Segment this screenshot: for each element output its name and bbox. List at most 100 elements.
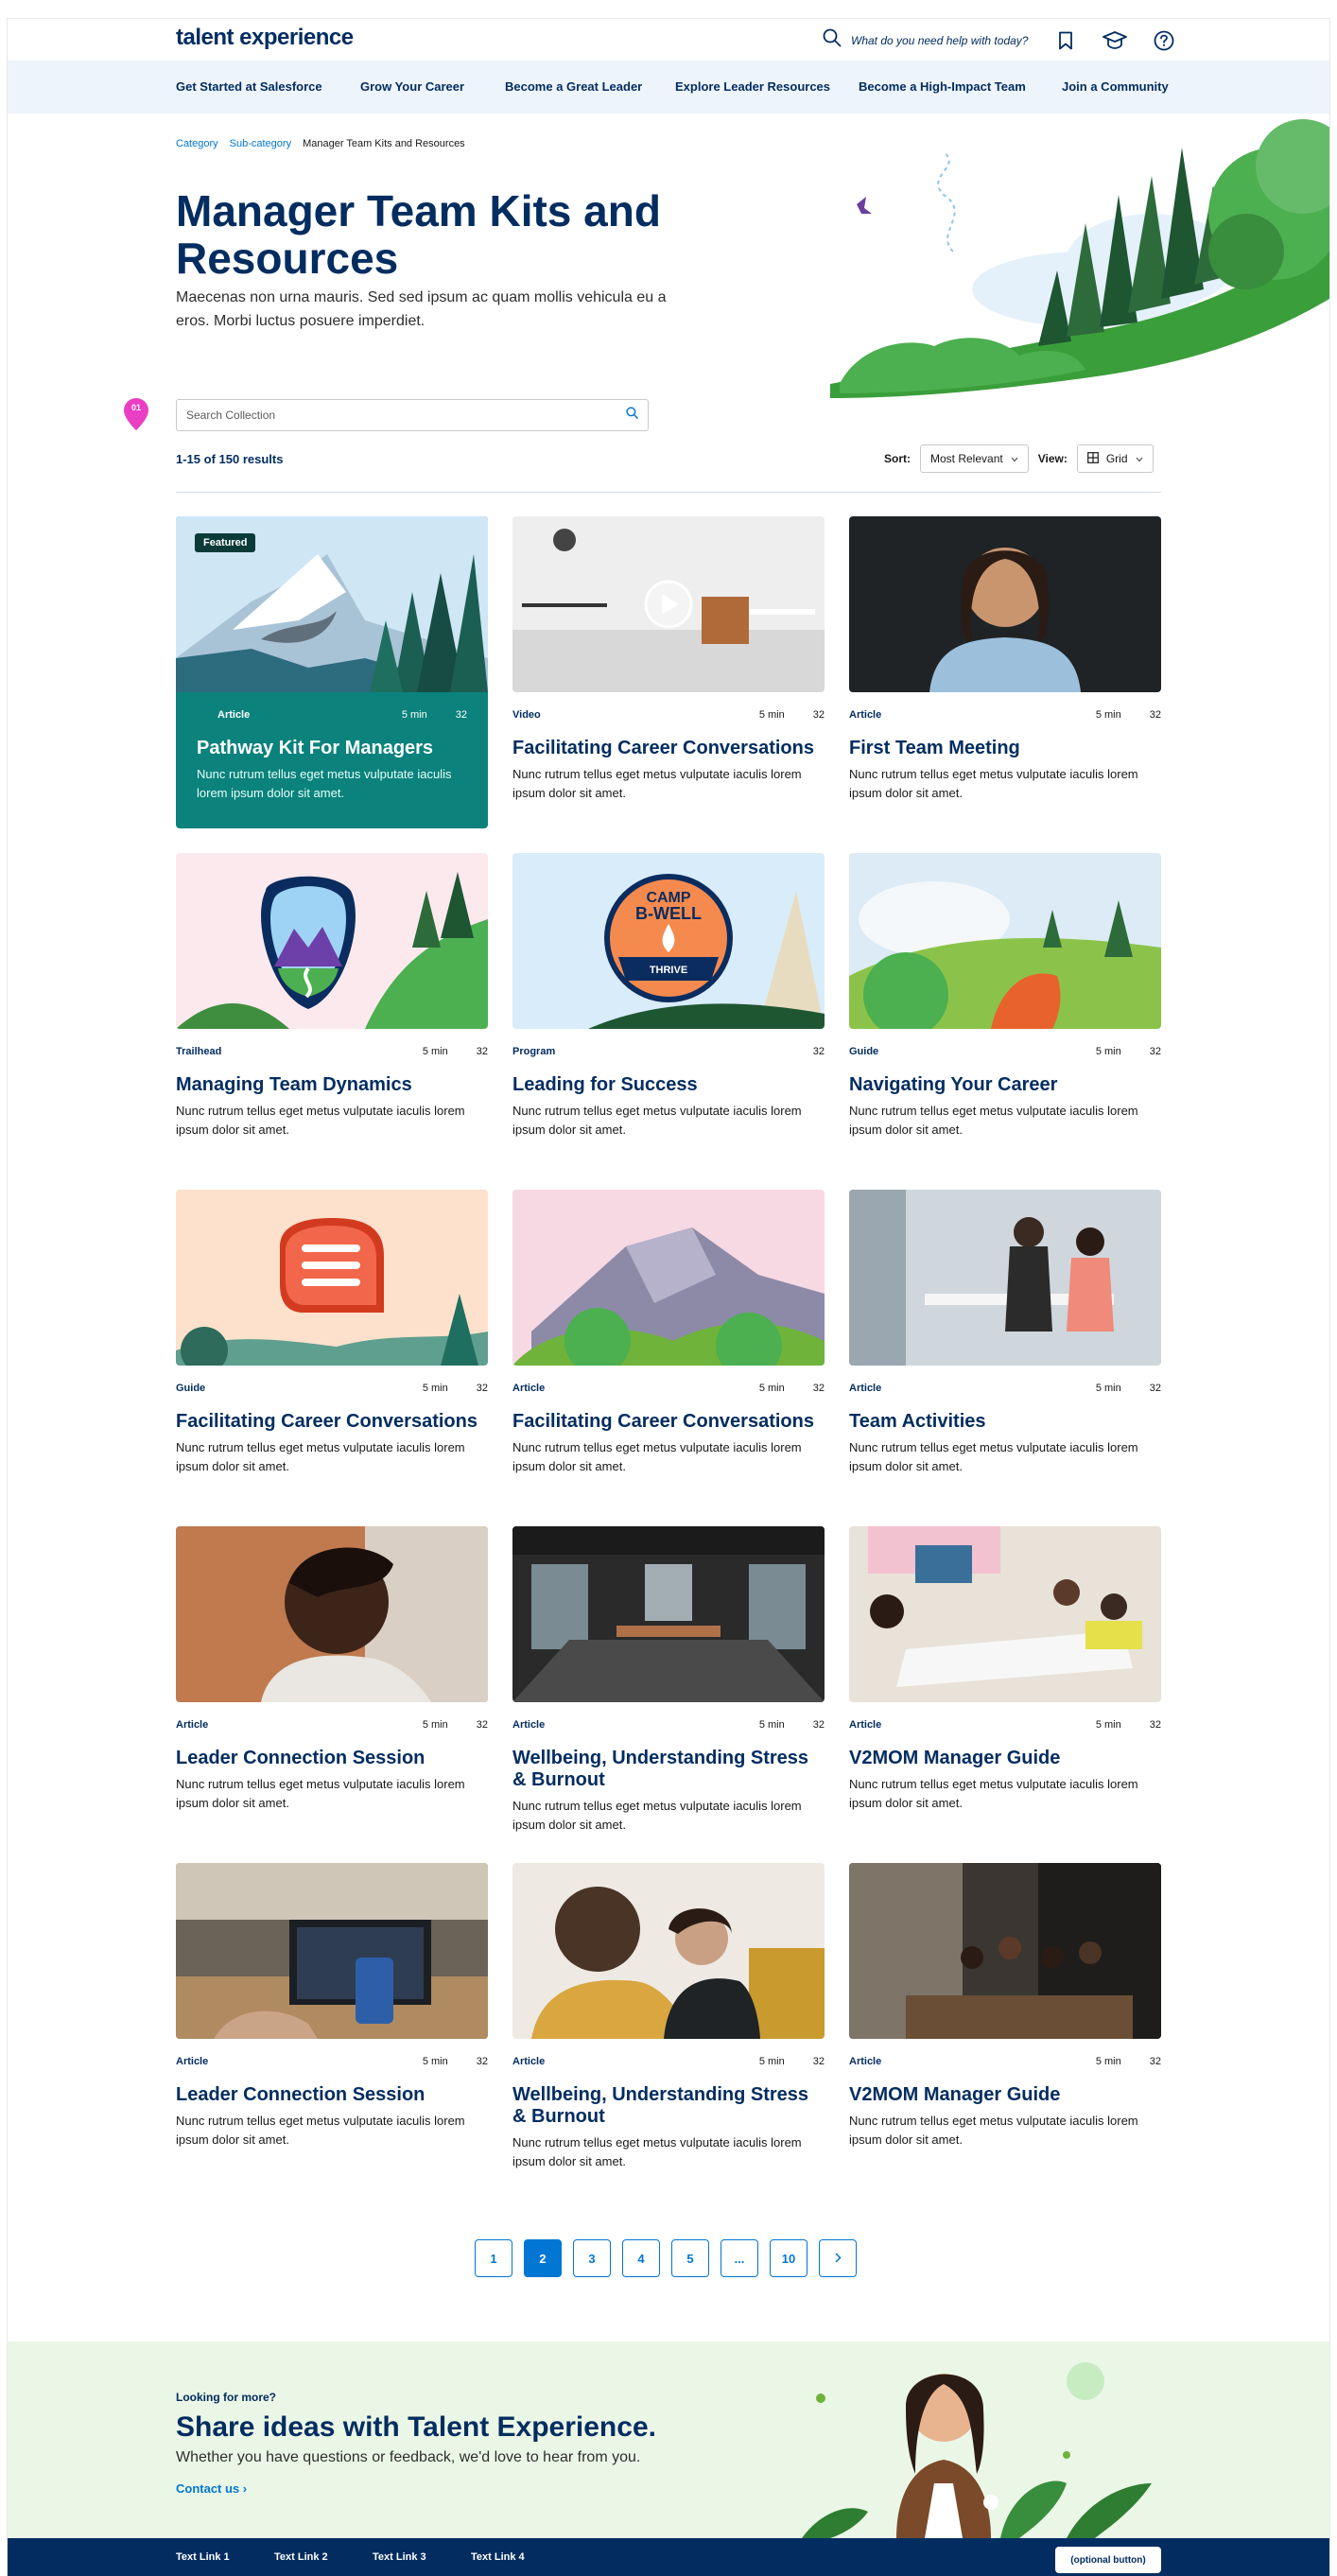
resource-card[interactable]: Trailhead 5 min 32 Managing Team Dynamics… [176, 853, 488, 1140]
card-meta: Article 5 min 32 [512, 1719, 825, 1731]
card-title[interactable]: Leader Connection Session [176, 1748, 488, 1769]
breadcrumb-current: Manager Team Kits and Resources [303, 138, 465, 149]
results-count: 1-15 of 150 results [176, 452, 284, 466]
card-thumbnail [849, 1190, 1161, 1366]
contact-us-link[interactable]: Contact us › [176, 2481, 247, 2496]
card-description: Nunc rutrum tellus eget metus vulputate … [512, 1799, 802, 1832]
nav-item-join-community[interactable]: Join a Community [1062, 79, 1169, 94]
card-duration: 5 min [758, 1719, 785, 1731]
resource-card[interactable]: Article 5 min 32 Wellbeing, Understanding… [512, 1863, 825, 2171]
card-title[interactable]: V2MOM Manager Guide [849, 1748, 1161, 1769]
banner-eyebrow: Looking for more? [176, 2391, 276, 2404]
collection-search[interactable]: Search Collection [176, 399, 649, 431]
page-button[interactable]: 4 [622, 2239, 660, 2277]
resource-card[interactable]: Article 5 min 32 V2MOM Manager Guide Nunc… [849, 1863, 1161, 2150]
hero-illustration [830, 119, 1329, 407]
card-title[interactable]: Pathway Kit For Managers [176, 738, 488, 759]
resource-card[interactable]: Article 5 min 32 Facilitating Career Conv… [512, 1190, 825, 1476]
footer-link-2[interactable]: Text Link 2 [274, 2551, 328, 2563]
resource-card[interactable]: Article 5 min 32 Team Activities Nunc rut… [849, 1190, 1161, 1476]
card-title[interactable]: Managing Team Dynamics [176, 1074, 488, 1096]
footer-link-3[interactable]: Text Link 3 [373, 2551, 426, 2563]
resource-card[interactable]: Article 5 min 32 V2MOM Manager Guide Nunc… [849, 1526, 1161, 1813]
breadcrumb-subcategory[interactable]: Sub-category [230, 138, 291, 149]
card-description: Nunc rutrum tellus eget metus vulputate … [176, 1104, 465, 1137]
footer-link-4[interactable]: Text Link 4 [471, 2551, 525, 2563]
card-count: 32 [1149, 709, 1161, 721]
card-count: 32 [1149, 2056, 1161, 2067]
pagination: 1 2 3 4 5 ... 10 [475, 2239, 857, 2277]
graduation-cap-icon[interactable] [1101, 26, 1129, 55]
card-type: Article [217, 709, 251, 721]
card-thumbnail [512, 1190, 825, 1366]
bookmark-icon[interactable] [1051, 26, 1080, 55]
resource-card[interactable]: Article 5 min 32 Wellbeing, Understanding… [512, 1526, 825, 1835]
nav-item-high-impact-team[interactable]: Become a High-Impact Team [859, 79, 1026, 94]
card-title[interactable]: Facilitating Career Conversations [512, 1411, 825, 1433]
card-thumbnail [176, 1190, 488, 1366]
card-title[interactable]: Facilitating Career Conversations [512, 738, 825, 759]
nav-item-grow-career[interactable]: Grow Your Career [360, 79, 464, 94]
card-meta: Article 5 min 32 [176, 709, 488, 721]
site-footer: Text Link 1 Text Link 2 Text Link 3 Text… [8, 2538, 1329, 2576]
resource-card[interactable]: Guide 5 min 32 Navigating Your Career Nun… [849, 853, 1161, 1140]
page-button-active[interactable]: 2 [524, 2239, 562, 2277]
resource-card[interactable]: Article 5 min 32 Leader Connection Sessio… [176, 1863, 488, 2150]
collection-search-input[interactable]: Search Collection [186, 409, 275, 422]
card-type: Article [849, 1719, 882, 1731]
page-button[interactable]: 5 [671, 2239, 709, 2277]
card-title[interactable]: Team Activities [849, 1411, 1161, 1433]
footer-link-1[interactable]: Text Link 1 [176, 2551, 230, 2563]
page-button[interactable]: 3 [573, 2239, 611, 2277]
card-title[interactable]: Facilitating Career Conversations [176, 1411, 488, 1433]
sort-select[interactable]: Most Relevant [920, 444, 1029, 473]
resource-card[interactable]: Article 5 min 32 Leader Connection Sessio… [176, 1526, 488, 1813]
card-duration: 5 min [422, 2056, 448, 2067]
card-count: 32 [812, 1719, 825, 1731]
card-type: Article [849, 709, 882, 721]
resource-card[interactable]: Article 5 min 32 First Team Meeting Nunc … [849, 516, 1161, 803]
page-ellipsis[interactable]: ... [721, 2239, 758, 2277]
nav-item-great-leader[interactable]: Become a Great Leader [505, 79, 642, 94]
card-duration: 5 min [1095, 2056, 1121, 2067]
card-count: 32 [476, 1046, 488, 1057]
card-title[interactable]: Leading for Success [512, 1074, 825, 1096]
global-search-input[interactable]: What do you need help with today? [851, 34, 1028, 47]
nav-item-get-started[interactable]: Get Started at Salesforce [176, 79, 322, 94]
resource-card[interactable]: Guide 5 min 32 Facilitating Career Conver… [176, 1190, 488, 1476]
card-duration: 5 min [422, 1719, 448, 1731]
breadcrumb-category[interactable]: Category [176, 138, 218, 149]
nav-item-leader-resources[interactable]: Explore Leader Resources [675, 79, 830, 94]
card-title[interactable]: V2MOM Manager Guide [849, 2084, 1161, 2106]
card-title[interactable]: First Team Meeting [849, 738, 1161, 759]
card-type: Guide [176, 1383, 206, 1394]
site-logo[interactable]: talent experience [176, 25, 354, 51]
page-description: Maecenas non urna mauris. Sed sed ipsum … [176, 289, 667, 329]
card-thumbnail [849, 516, 1161, 692]
contact-us-label[interactable]: Contact us [176, 2481, 239, 2496]
card-type: Trailhead [176, 1046, 222, 1057]
card-title[interactable]: Wellbeing, Understanding Stress & Burnou… [512, 1748, 825, 1791]
page-button[interactable]: 10 [770, 2239, 807, 2277]
card-title[interactable]: Navigating Your Career [849, 1074, 1161, 1096]
card-count: 32 [1149, 1383, 1161, 1394]
chevron-down-icon [1136, 452, 1143, 465]
card-thumbnail [176, 1526, 488, 1702]
card-title[interactable]: Wellbeing, Understanding Stress & Burnou… [512, 2084, 825, 2128]
card-description: Nunc rutrum tellus eget metus vulputate … [849, 1104, 1138, 1137]
resource-card[interactable]: CAMP B-WELL THRIVE Program 32 Leading fo… [512, 853, 825, 1140]
card-thumbnail [512, 516, 825, 692]
resource-card[interactable]: Video 5 min 32 Facilitating Career Conver… [512, 516, 825, 803]
card-title[interactable]: Leader Connection Session [176, 2084, 488, 2106]
card-meta: Video 5 min 32 [512, 709, 825, 721]
card-meta: Article 5 min 32 [849, 1383, 1161, 1394]
search-icon[interactable] [823, 28, 842, 52]
global-search[interactable]: What do you need help with today? [823, 28, 1028, 52]
help-icon[interactable] [1150, 26, 1178, 55]
view-select[interactable]: Grid [1076, 444, 1154, 473]
resource-card-featured[interactable]: Featured Article 5 min 32 Pathway Kit For… [176, 516, 488, 828]
page-button[interactable]: 1 [475, 2239, 512, 2277]
next-page-button[interactable] [819, 2239, 857, 2277]
search-icon[interactable] [626, 407, 638, 424]
footer-optional-button[interactable]: (optional button) [1055, 2547, 1161, 2573]
